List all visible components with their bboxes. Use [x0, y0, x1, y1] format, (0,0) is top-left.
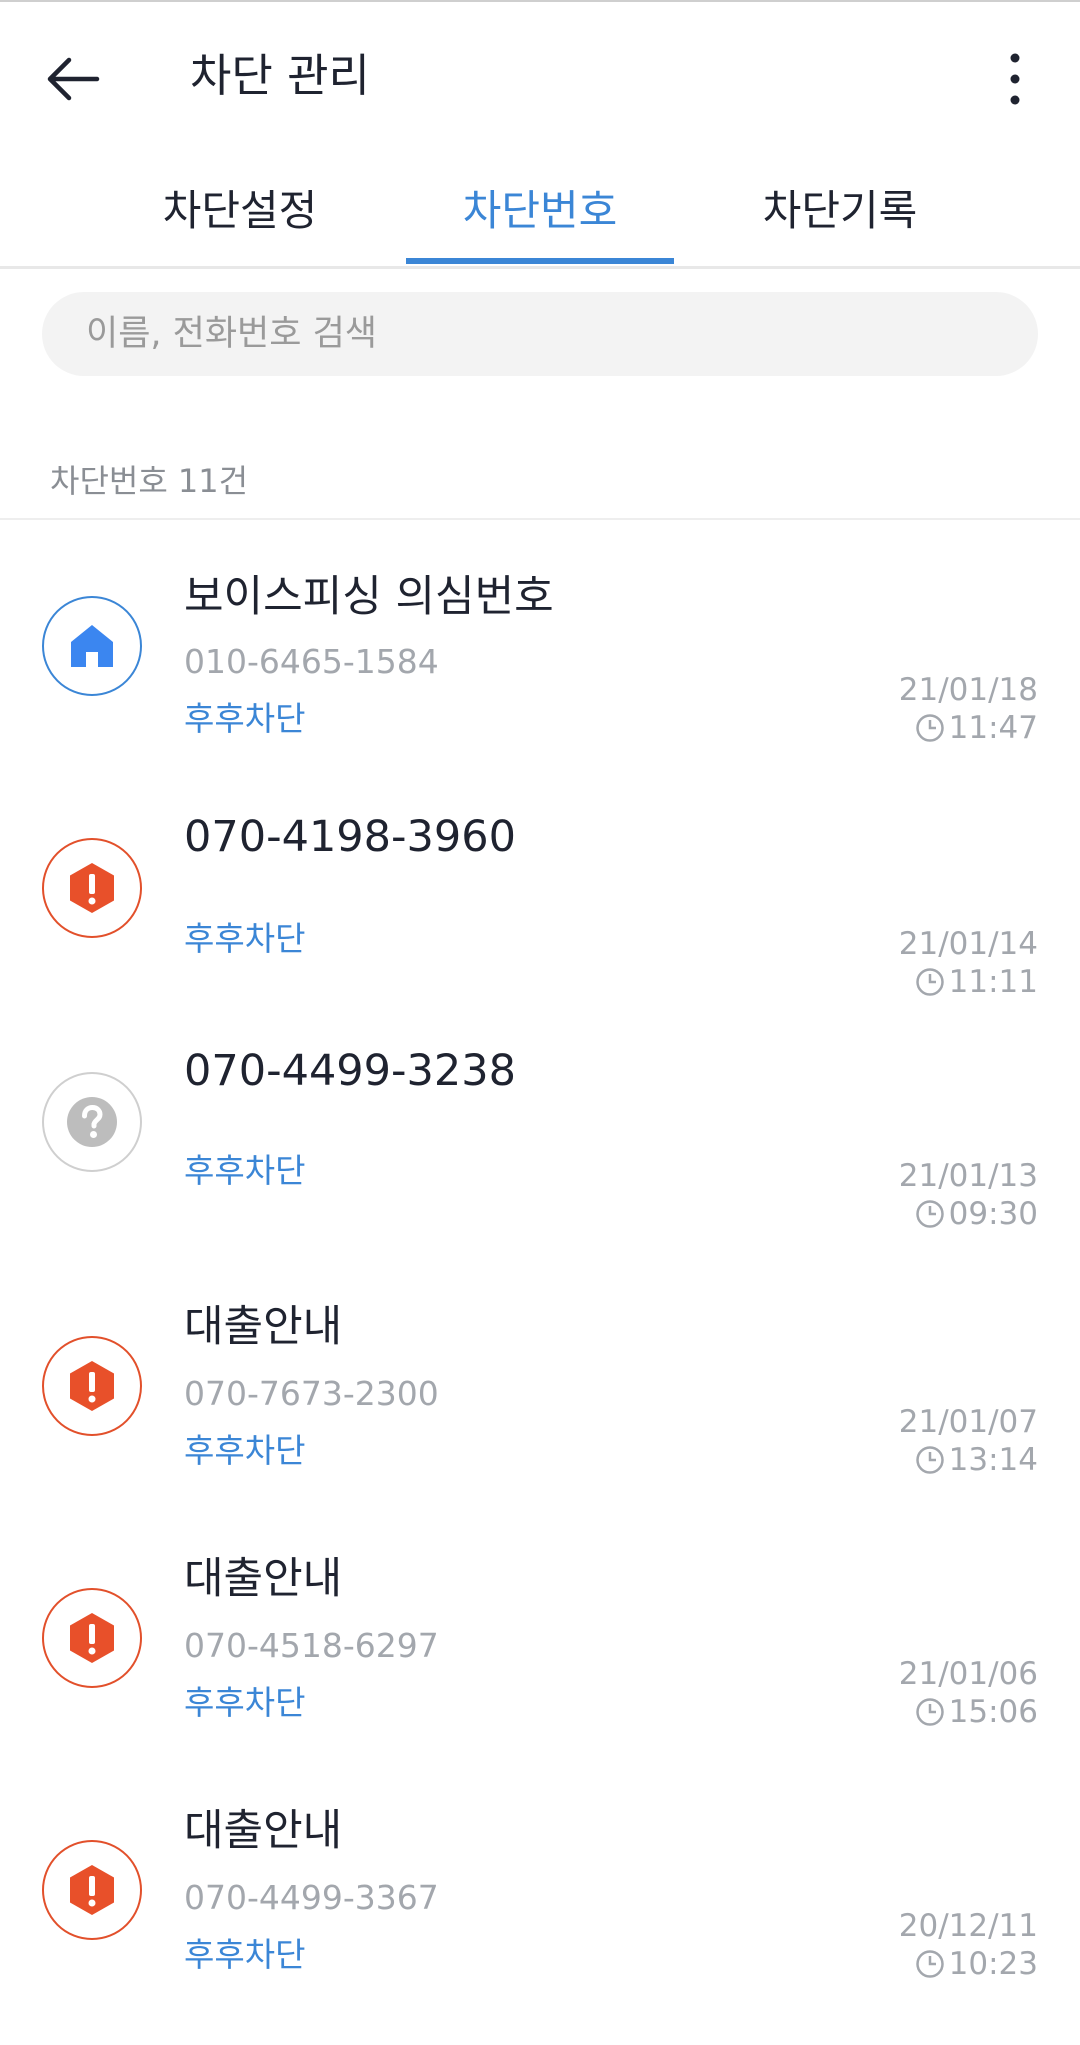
block-time-row: 10:23 — [915, 1946, 1038, 1982]
block-time: 09:30 — [948, 1196, 1038, 1232]
phone-number: 070-7673-2300 — [184, 1374, 439, 1413]
clock-icon — [915, 714, 944, 742]
caller-name: 대출안내 — [184, 1806, 343, 1856]
more-options-button[interactable] — [980, 42, 1050, 116]
clock-icon — [915, 968, 944, 996]
clock-icon — [915, 1698, 944, 1726]
list-item[interactable]: 대출안내 070-4499-3367 후후차단 20/12/11 10:23 — [0, 1756, 1080, 2026]
block-status: 후후차단 — [184, 1431, 306, 1470]
caller-name: 070-4499-3238 — [184, 1046, 516, 1096]
block-time: 11:47 — [948, 710, 1038, 746]
block-date: 21/01/07 — [898, 1404, 1038, 1440]
block-time-row: 11:47 — [915, 710, 1038, 746]
question-icon — [67, 1097, 117, 1147]
caller-name: 대출안내 — [184, 1302, 343, 1352]
block-time: 11:11 — [948, 964, 1038, 1000]
warning-icon — [70, 1613, 114, 1663]
block-status: 후후차단 — [184, 1151, 306, 1190]
warning-icon — [70, 1361, 114, 1411]
block-date: 20/12/11 — [898, 1908, 1038, 1944]
warning-icon — [70, 1865, 114, 1915]
tab-block-settings[interactable]: 차단설정 — [140, 148, 340, 266]
list-item[interactable]: 070-4198-3960 후후차단 21/01/14 11:11 — [0, 780, 1080, 1020]
caller-name: 대출안내 — [184, 1554, 343, 1604]
block-status: 후후차단 — [184, 699, 306, 738]
avatar — [42, 838, 142, 938]
phone-number: 010-6465-1584 — [184, 642, 439, 681]
list-item[interactable]: 070-4499-3238 후후차단 21/01/13 09:30 — [0, 1020, 1080, 1252]
block-status: 후후차단 — [184, 919, 306, 958]
tab-bar: 차단설정 차단번호 차단기록 — [0, 148, 1080, 269]
warning-icon — [70, 863, 114, 913]
search-input[interactable] — [42, 292, 1038, 376]
active-tab-indicator — [406, 258, 674, 264]
block-status: 후후차단 — [184, 1683, 306, 1722]
tab-blocked-numbers[interactable]: 차단번호 — [420, 148, 660, 266]
block-date: 21/01/14 — [898, 926, 1038, 962]
block-time-row: 15:06 — [915, 1694, 1038, 1730]
list-item[interactable]: 보이스피싱 의심번호 010-6465-1584 후후차단 21/01/18 1… — [0, 520, 1080, 780]
clock-icon — [915, 1446, 944, 1474]
avatar — [42, 1840, 142, 1940]
phone-number: 070-4499-3367 — [184, 1878, 439, 1917]
block-time: 10:23 — [948, 1946, 1038, 1982]
block-time: 13:14 — [948, 1442, 1038, 1478]
block-status: 후후차단 — [184, 1935, 306, 1974]
block-time-row: 11:11 — [915, 964, 1038, 1000]
block-date: 21/01/06 — [898, 1656, 1038, 1692]
list-item[interactable]: 대출안내 070-7673-2300 후후차단 21/01/07 13:14 — [0, 1252, 1080, 1504]
caller-name: 070-4198-3960 — [184, 812, 516, 862]
page-title: 차단 관리 — [190, 49, 370, 102]
list-item[interactable]: 대출안내 070-4518-6297 후후차단 21/01/06 15:06 — [0, 1504, 1080, 1756]
tab-block-history[interactable]: 차단기록 — [740, 148, 940, 266]
avatar — [42, 1072, 142, 1172]
block-time: 15:06 — [948, 1694, 1038, 1730]
clock-icon — [915, 1200, 944, 1228]
phone-number: 070-4518-6297 — [184, 1626, 439, 1665]
more-vertical-icon — [1010, 53, 1020, 105]
block-date: 21/01/18 — [898, 672, 1038, 708]
avatar — [42, 596, 142, 696]
back-arrow-icon — [47, 57, 100, 101]
avatar — [42, 1336, 142, 1436]
back-button[interactable] — [36, 42, 110, 116]
block-date: 21/01/13 — [898, 1158, 1038, 1194]
avatar — [42, 1588, 142, 1688]
app-bar: 차단 관리 — [0, 2, 1080, 148]
block-time-row: 09:30 — [915, 1196, 1038, 1232]
block-time-row: 13:14 — [915, 1442, 1038, 1478]
blocked-count-label: 차단번호 11건 — [50, 462, 249, 500]
clock-icon — [915, 1950, 944, 1978]
home-icon — [71, 625, 113, 667]
caller-name: 보이스피싱 의심번호 — [184, 572, 554, 622]
